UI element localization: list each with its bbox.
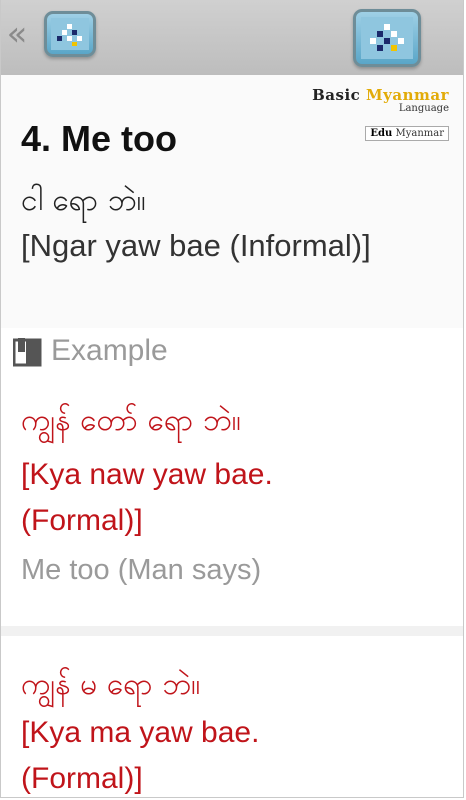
phrase-romanized: [Ngar yaw bae (Informal)] — [21, 228, 371, 263]
edu-badge: Edu Myanmar — [365, 126, 449, 141]
example-translation: Me too (Man says) — [21, 554, 262, 586]
brand-name: Basic Myanmar — [312, 86, 449, 104]
phrase-myanmar: ငါ ရော ဘဲ။ — [21, 183, 146, 218]
brand-subtitle: Language — [398, 103, 449, 114]
app-logo-icon[interactable] — [44, 11, 96, 57]
app-logo-graphic — [51, 18, 89, 50]
edu-badge-bold: Edu — [370, 128, 393, 139]
brand-name-accent: Myanmar — [366, 86, 449, 104]
example-divider — [1, 626, 463, 636]
example-romanized-line2: (Formal)] — [21, 762, 143, 795]
app-logo-large-graphic — [361, 17, 413, 59]
examples-label: Example — [51, 334, 168, 367]
top-toolbar: « — [1, 0, 463, 76]
example-romanized-line1: [Kya ma yaw bae. — [21, 716, 260, 749]
brand-name-prefix: Basic — [312, 86, 361, 104]
edu-badge-rest: Myanmar — [395, 128, 444, 139]
double-chevron-left-icon[interactable]: « — [3, 13, 31, 55]
example-myanmar: ကျွန် တော် ရော ဘဲ။ — [21, 403, 241, 438]
app-logo-large-icon — [353, 9, 421, 67]
phrase-title: 4. Me too — [21, 118, 178, 159]
example-myanmar: ကျွန် မ ရော ဘဲ။ — [21, 667, 201, 702]
example-romanized-line1: [Kya naw yaw bae. — [21, 458, 273, 491]
brand-logo: Basic Myanmar Language — [312, 86, 449, 114]
app-frame: « Basic Myanmar Language Edu Myanmar 4. … — [0, 0, 464, 798]
example-romanized-line2: (Formal)] — [21, 504, 143, 537]
book-icon — [13, 338, 42, 367]
